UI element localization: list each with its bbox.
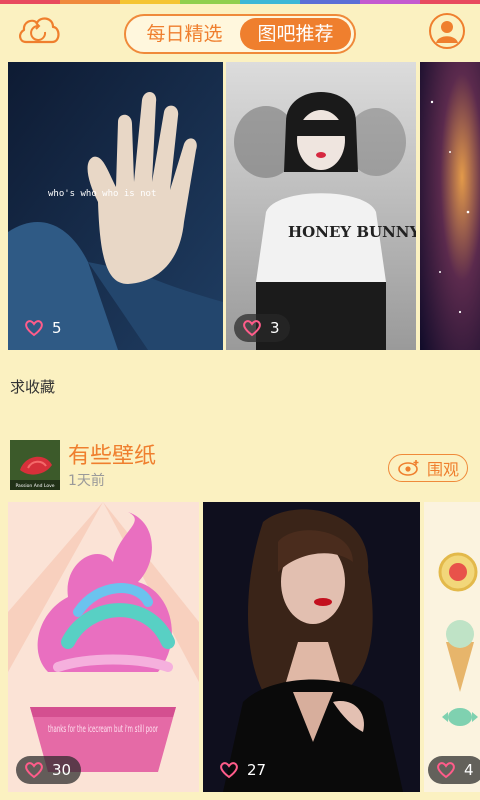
wallpaper-card[interactable] <box>420 62 480 350</box>
hand-photo-image: who's who who is not <box>8 62 223 350</box>
wallpaper-card[interactable]: HONEY BUNNY 3 <box>226 62 416 350</box>
heart-icon <box>25 320 43 337</box>
like-count: 4 <box>464 761 474 779</box>
like-counter[interactable]: 5 <box>16 314 72 342</box>
girl-photo-image: HONEY BUNNY <box>226 62 416 350</box>
watch-label: 围观 <box>426 460 459 479</box>
like-count: 30 <box>52 761 72 779</box>
overlay-text: thanks for the icecream but i'm still po… <box>48 724 158 735</box>
post-timestamp: 1天前 <box>68 473 105 489</box>
heart-icon <box>437 762 455 779</box>
tab-daily-picks[interactable]: 每日精选 <box>129 18 240 50</box>
cloud-refresh-icon[interactable] <box>16 12 62 48</box>
like-count: 27 <box>247 761 267 779</box>
gallery-row-post: thanks for the icecream but i'm still po… <box>0 502 480 792</box>
like-counter[interactable]: 27 <box>211 756 276 784</box>
tab-switcher: 每日精选 图吧推荐 <box>124 14 356 54</box>
post-title[interactable]: 有些壁纸 <box>68 438 156 470</box>
woman-portrait-image <box>203 502 420 792</box>
heart-icon <box>220 762 238 779</box>
wallpaper-card[interactable]: 4 <box>424 502 480 792</box>
wallpaper-card[interactable]: thanks for the icecream but i'm still po… <box>8 502 199 792</box>
icecream-image: thanks for the icecream but i'm still po… <box>8 502 199 792</box>
overlay-text: who's who who is not <box>48 189 156 199</box>
like-count: 3 <box>270 319 280 337</box>
post-caption: 求收藏 <box>10 378 56 396</box>
album-thumbnail[interactable]: Passion And Love <box>10 440 60 490</box>
like-counter[interactable]: 30 <box>16 756 82 784</box>
user-avatar-icon[interactable] <box>428 12 466 50</box>
overlay-text: HONEY BUNNY <box>288 223 416 241</box>
heart-icon <box>25 762 43 779</box>
watch-button[interactable]: 围观 <box>388 454 468 482</box>
top-bar: 每日精选 图吧推荐 <box>0 4 480 56</box>
thumbnail-text: Passion And Love <box>15 483 54 489</box>
wallpaper-card[interactable]: who's who who is not 5 <box>8 62 223 350</box>
sweets-pattern-image <box>424 502 480 792</box>
flower-thumbnail-image: Passion And Love <box>10 440 60 490</box>
tab-recommended[interactable]: 图吧推荐 <box>240 18 351 50</box>
like-counter[interactable]: 3 <box>234 314 290 342</box>
galaxy-image <box>420 62 480 350</box>
wallpaper-card[interactable]: 27 <box>203 502 420 792</box>
eye-plus-icon <box>398 460 419 476</box>
post-header: Passion And Love 有些壁纸 1天前 围观 <box>0 436 480 496</box>
gallery-row-top: who's who who is not 5 HONEY BUNNY 3 <box>0 62 480 350</box>
like-count: 5 <box>52 319 62 337</box>
like-counter[interactable]: 4 <box>428 756 480 784</box>
heart-icon <box>243 320 261 337</box>
